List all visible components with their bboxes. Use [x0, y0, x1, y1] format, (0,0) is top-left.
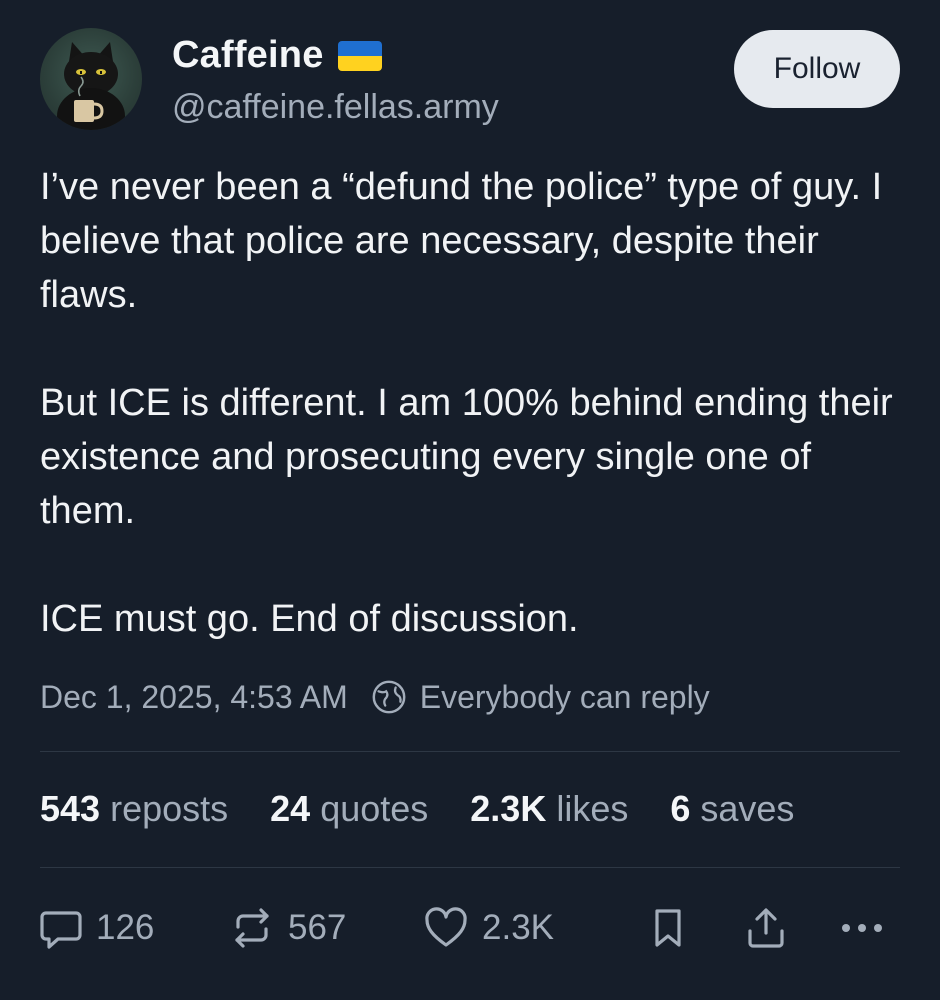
repost-icon [228, 905, 276, 951]
stat-quotes[interactable]: 24 quotes [270, 788, 428, 830]
avatar[interactable] [40, 28, 142, 130]
post-text: I’ve never been a “defund the police” ty… [40, 160, 900, 646]
post-meta: Dec 1, 2025, 4:53 AM Everybody can reply [40, 678, 710, 716]
stat-reposts[interactable]: 543 reposts [40, 788, 228, 830]
stat-value: 24 [270, 788, 311, 829]
more-options-button[interactable] [838, 900, 886, 956]
post-paragraph: But ICE is different. I am 100% behind e… [40, 382, 893, 532]
heart-icon [422, 905, 470, 951]
repost-button[interactable]: 567 [228, 900, 346, 956]
post-timestamp[interactable]: Dec 1, 2025, 4:53 AM [40, 679, 348, 716]
reply-permission-label: Everybody can reply [419, 678, 710, 715]
engagement-stats: 543 reposts 24 quotes 2.3K likes 6 saves [40, 788, 794, 830]
post-paragraph: I’ve never been a “defund the police” ty… [40, 166, 883, 316]
like-count: 2.3K [482, 908, 554, 947]
more-dots-icon [838, 905, 886, 951]
stat-likes[interactable]: 2.3K likes [470, 788, 628, 830]
globe-icon [370, 678, 408, 716]
stat-label: reposts [110, 788, 229, 829]
repost-count: 567 [288, 908, 347, 947]
follow-button[interactable]: Follow [734, 30, 900, 108]
divider [40, 867, 900, 868]
stat-saves[interactable]: 6 saves [670, 788, 794, 830]
like-button[interactable]: 2.3K [422, 900, 554, 956]
post-paragraph: ICE must go. End of discussion. [40, 598, 579, 640]
reply-permission: Everybody can reply [370, 678, 710, 716]
divider [40, 751, 900, 752]
stat-value: 2.3K [470, 788, 547, 829]
share-button[interactable] [744, 900, 788, 956]
bookmark-icon [648, 905, 688, 951]
stat-label: quotes [320, 788, 429, 829]
ukraine-flag-icon [337, 40, 382, 71]
action-bar: 126 567 2.3K [38, 900, 888, 956]
post-detail: Caffeine @caffeine.fellas.army Follow I’… [0, 0, 940, 1000]
stat-label: likes [556, 788, 629, 829]
black-cat-with-coffee-avatar [57, 42, 125, 130]
stat-value: 6 [670, 788, 691, 829]
reply-button[interactable]: 126 [38, 900, 154, 956]
reply-bubble-icon [38, 905, 84, 951]
flag-blue-band [337, 40, 382, 56]
bookmark-button[interactable] [648, 900, 688, 956]
reply-count: 126 [96, 908, 155, 947]
stat-value: 543 [40, 788, 101, 829]
flag-yellow-band [337, 55, 382, 71]
author-display-name[interactable]: Caffeine [172, 34, 324, 77]
author-handle[interactable]: @caffeine.fellas.army [172, 88, 499, 127]
author-name-row: Caffeine [172, 34, 382, 77]
stat-label: saves [700, 788, 795, 829]
share-icon [744, 905, 788, 951]
